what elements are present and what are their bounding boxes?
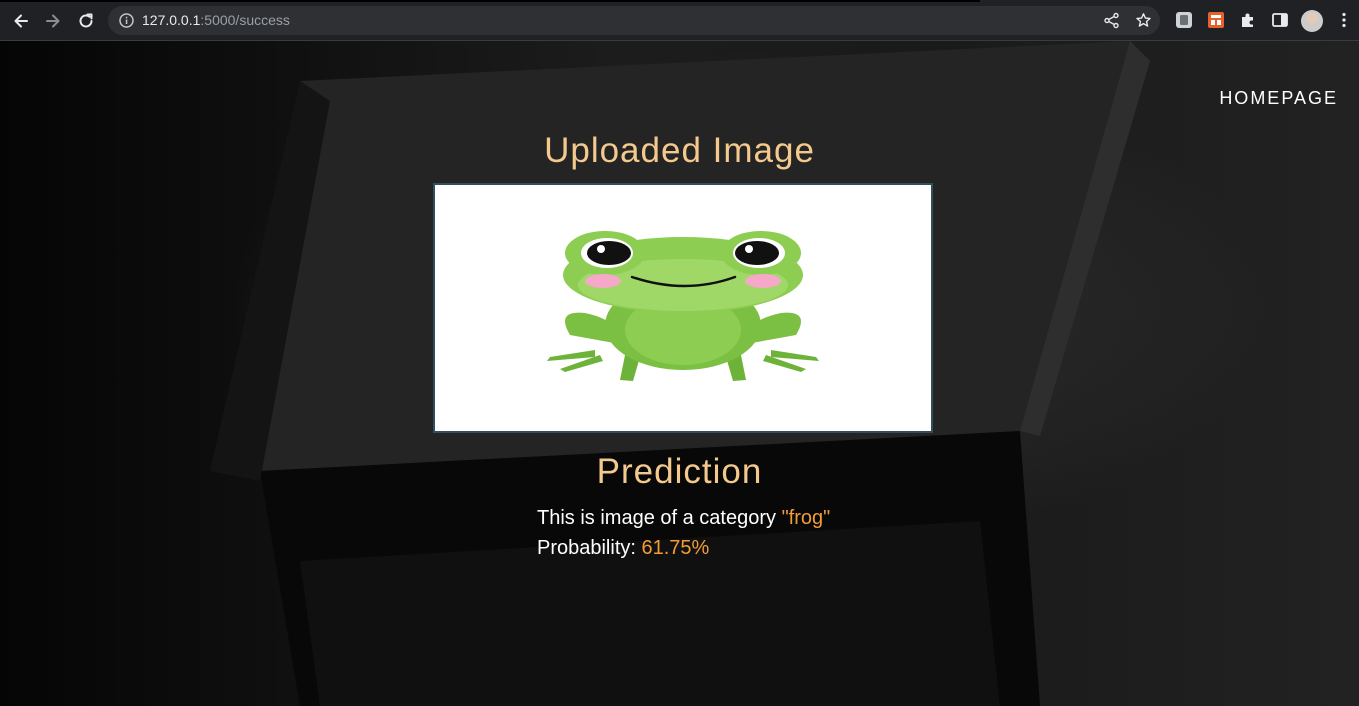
probability-result: Probability: 61.75%: [537, 537, 709, 560]
uploaded-image: [433, 183, 933, 433]
puzzle-icon[interactable]: [1239, 11, 1257, 29]
browser-toolbar: 127.0.0.1:5000/success: [0, 0, 1359, 41]
category-label: This is image of a category: [537, 507, 782, 529]
probability-label: Probability:: [537, 537, 642, 559]
category-value: "frog": [781, 507, 831, 529]
url-path: :5000/success: [200, 12, 290, 28]
side-panel-icon[interactable]: [1271, 11, 1289, 29]
prediction-heading: Prediction: [596, 452, 763, 491]
back-button[interactable]: [8, 8, 34, 34]
profile-avatar[interactable]: [1301, 10, 1323, 32]
frog-image: [547, 231, 819, 381]
url-text[interactable]: 127.0.0.1:5000/success: [142, 6, 290, 35]
homepage-link[interactable]: HOMEPAGE: [1219, 88, 1338, 109]
site-info-icon[interactable]: [118, 12, 135, 29]
reload-button[interactable]: [73, 8, 99, 34]
uploaded-image-heading: Uploaded Image: [544, 131, 815, 170]
kebab-menu-icon[interactable]: [1335, 11, 1353, 29]
forward-button[interactable]: [40, 8, 66, 34]
url-host: 127.0.0.1: [142, 12, 201, 28]
extension-grey-icon[interactable]: [1175, 11, 1193, 29]
category-result: This is image of a category "frog": [537, 507, 830, 530]
bookmark-star-icon[interactable]: [1135, 12, 1152, 29]
extension-orange-icon[interactable]: [1207, 11, 1225, 29]
arrow-left-icon: [14, 14, 28, 28]
address-bar[interactable]: 127.0.0.1:5000/success: [108, 6, 1160, 35]
reload-icon: [79, 13, 93, 28]
tab-strip-edge: [0, 0, 980, 2]
share-icon[interactable]: [1103, 12, 1120, 29]
probability-value: 61.75%: [641, 537, 710, 559]
page-content: HOMEPAGE Uploaded Image Prediction This …: [0, 41, 1359, 706]
arrow-right-icon: [46, 14, 60, 28]
